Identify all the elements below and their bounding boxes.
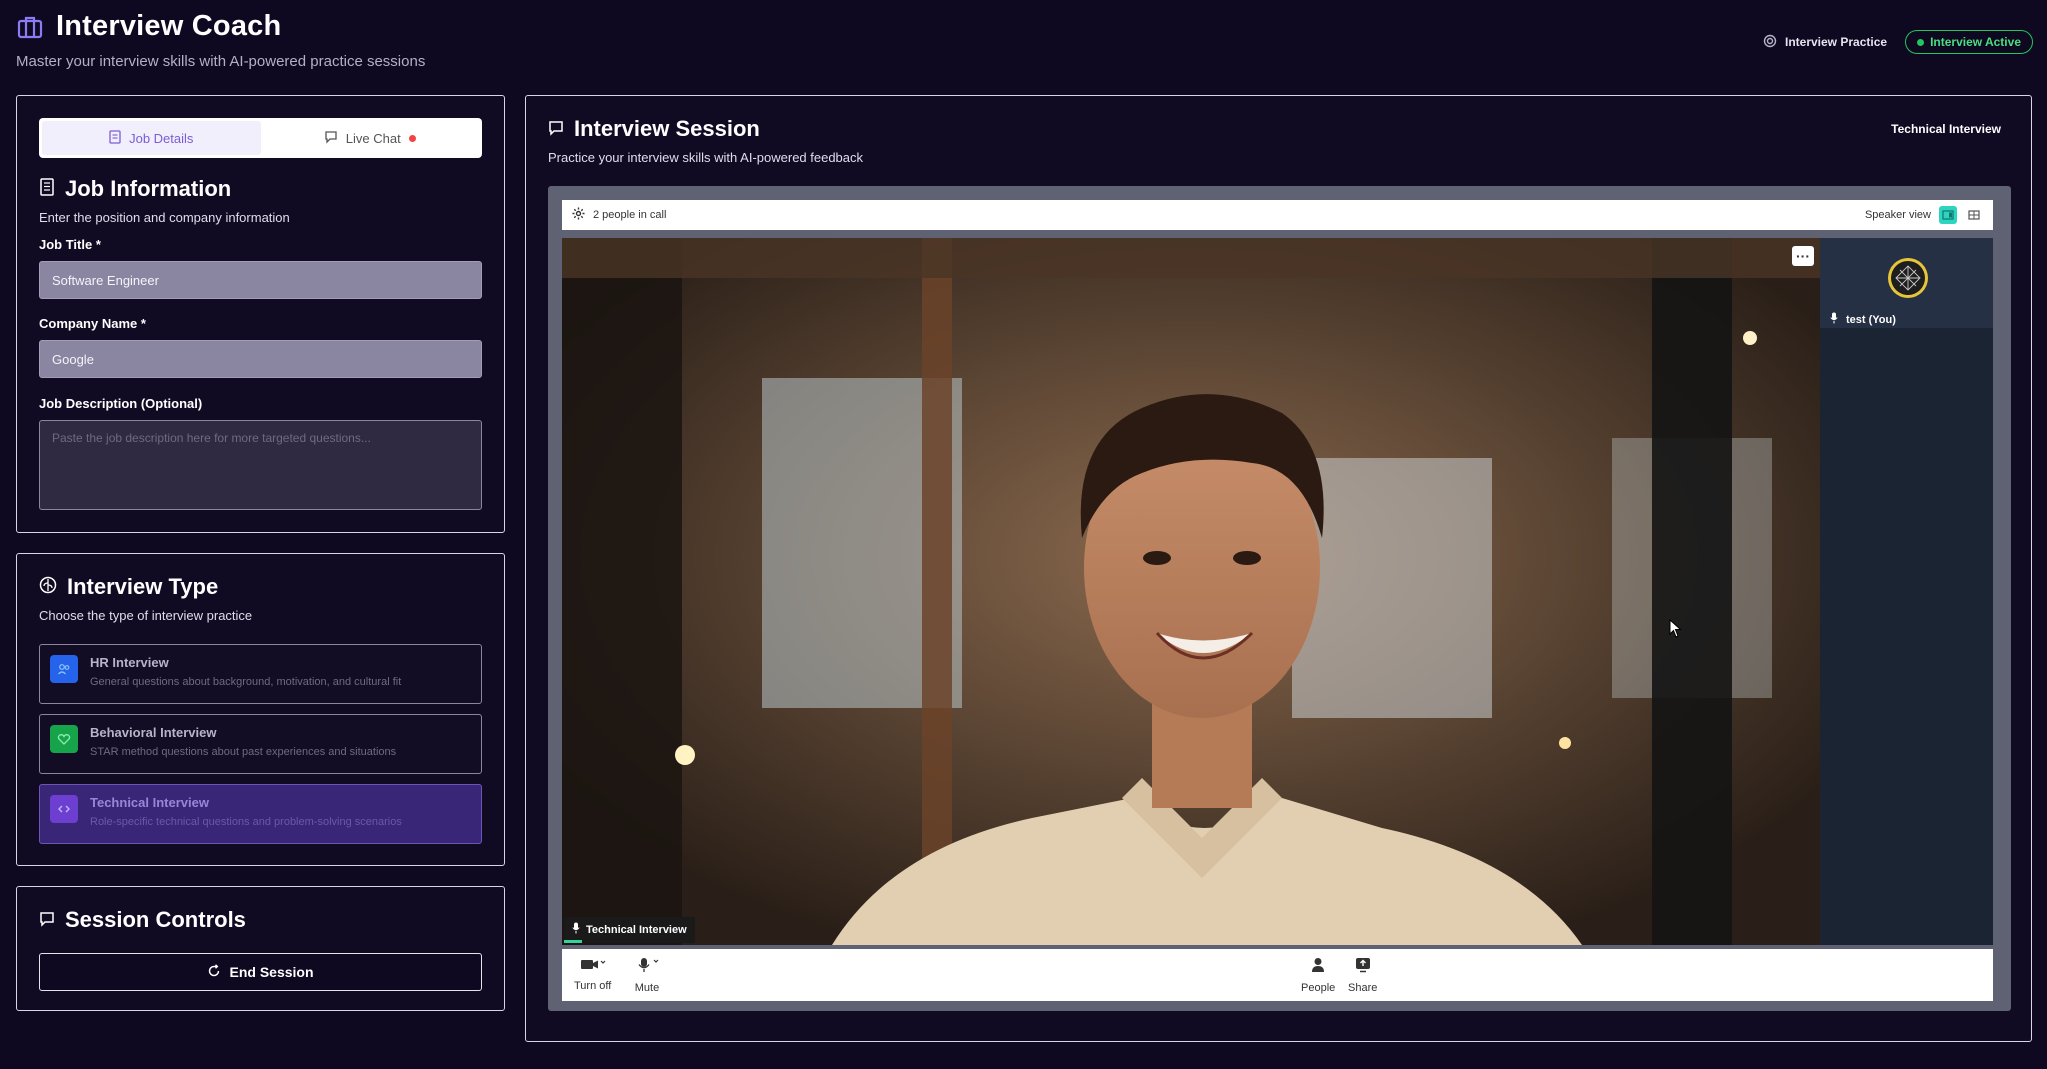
interview-type-card: Interview Type Choose the type of interv… (16, 553, 505, 866)
notification-dot (408, 134, 416, 142)
hr-interview-option[interactable]: HR Interview General questions about bac… (39, 644, 482, 704)
camera-toggle-button[interactable]: Turn off (574, 957, 611, 992)
behavioral-interview-option[interactable]: Behavioral Interview STAR method questio… (39, 714, 482, 774)
share-label: Share (1348, 982, 1378, 994)
app-subtitle: Master your interview skills with AI-pow… (16, 53, 426, 70)
practice-indicator: Interview Practice (1763, 34, 1887, 51)
end-session-button[interactable]: End Session (39, 953, 482, 991)
brain-icon (39, 574, 57, 600)
call-topbar: 2 people in call Speaker view (562, 200, 1993, 230)
code-icon (50, 795, 78, 823)
status-label: Interview Active (1930, 35, 2021, 49)
self-name-label: test (You) (1830, 312, 1896, 327)
self-video-tile: test (You) (1820, 238, 1993, 328)
interview-session-subtitle: Practice your interview skills with AI-p… (548, 150, 864, 165)
refresh-icon (207, 963, 221, 981)
technical-interview-option[interactable]: Technical Interview Role-specific techni… (39, 784, 482, 844)
job-details-card: Job Details Live Chat Job Information En… (16, 95, 505, 533)
tab-label: Job Details (129, 130, 194, 146)
interview-type-subtitle: Choose the type of interview practice (39, 608, 253, 623)
interview-type-title: Interview Type (67, 574, 219, 599)
job-description-textarea[interactable]: Paste the job description here for more … (39, 420, 482, 510)
company-name-label: Company Name * (39, 316, 146, 331)
mute-button[interactable]: Mute (634, 957, 660, 994)
microphone-icon (634, 957, 660, 976)
job-title-input[interactable]: Software Engineer (39, 261, 482, 299)
people-button[interactable]: People (1301, 957, 1335, 994)
chat-icon (39, 907, 55, 933)
option-description: STAR method questions about past experie… (90, 746, 397, 758)
page-header: Interview Coach Master your interview sk… (16, 10, 425, 70)
job-title-value: Software Engineer (52, 272, 159, 288)
camera-label: Turn off (574, 980, 612, 992)
audio-level-bar (564, 940, 582, 943)
interview-session-title: Interview Session (574, 116, 760, 141)
target-icon (1763, 34, 1777, 51)
call-controls-bar: Turn off Mute People Share (562, 949, 1993, 1001)
job-info-heading: Job Information (39, 176, 290, 202)
app-root: Interview Coach Master your interview sk… (0, 0, 2047, 1069)
chat-icon (548, 116, 564, 142)
speaker-label: Technical Interview (564, 917, 695, 943)
option-description: Role-specific technical questions and pr… (90, 816, 402, 828)
tab-label: Live Chat (345, 130, 401, 146)
interview-session-card: Interview Session Practice your intervie… (525, 95, 2032, 1042)
status-dot (1917, 38, 1925, 46)
tab-job-details[interactable]: Job Details (42, 121, 261, 155)
document-icon (109, 129, 121, 147)
option-name: Behavioral Interview (90, 725, 217, 740)
speaker-view-icon[interactable] (1939, 206, 1957, 224)
tab-bar: Job Details Live Chat (39, 118, 482, 158)
speaker-video: ··· Technical Interview (562, 238, 1820, 945)
company-name-value: Google (52, 351, 94, 367)
briefcase-icon (16, 13, 44, 41)
speaker-video-image (562, 238, 1820, 945)
share-screen-icon (1355, 957, 1371, 976)
share-button[interactable]: Share (1348, 957, 1377, 994)
session-controls-card: Session Controls End Session (16, 886, 505, 1011)
job-description-placeholder: Paste the job description here for more … (52, 431, 371, 445)
heart-icon (50, 725, 78, 753)
practice-label: Interview Practice (1785, 35, 1888, 49)
job-title-label: Job Title * (39, 237, 101, 252)
job-info-subtitle: Enter the position and company informati… (39, 210, 290, 225)
option-name: Technical Interview (90, 795, 209, 810)
end-session-label: End Session (229, 964, 314, 980)
view-mode-label: Speaker view (1864, 209, 1931, 221)
video-call-frame: 2 people in call Speaker view ··· Techni… (548, 186, 2011, 1011)
avatar (1886, 256, 1930, 305)
session-controls-title: Session Controls (65, 907, 246, 932)
app-title: Interview Coach (56, 10, 282, 42)
microphone-icon (1830, 312, 1838, 327)
job-info-title: Job Information (65, 176, 232, 201)
people-count: 2 people in call (593, 209, 667, 221)
camera-icon (580, 957, 606, 974)
status-badge: Interview Active (1905, 30, 2033, 54)
option-name: HR Interview (90, 655, 169, 670)
session-controls-heading: Session Controls (39, 907, 246, 933)
company-name-input[interactable]: Google (39, 340, 482, 378)
header-status: Interview Practice Interview Active (1763, 30, 2033, 54)
self-name: test (You) (1846, 313, 1896, 326)
chat-icon (324, 130, 338, 147)
mute-label: Mute (634, 982, 660, 994)
interview-session-heading: Interview Session (548, 116, 863, 142)
tab-live-chat[interactable]: Live Chat (261, 121, 480, 155)
gear-icon[interactable] (572, 207, 585, 223)
people-label: People (1301, 982, 1336, 994)
grid-view-icon[interactable] (1965, 206, 1983, 224)
more-options-icon[interactable]: ··· (1792, 246, 1814, 266)
option-description: General questions about background, moti… (90, 676, 402, 688)
interview-type-heading: Interview Type (39, 574, 252, 600)
user-icon (50, 655, 78, 683)
microphone-icon (572, 922, 580, 937)
session-type-label: Technical Interview (1891, 122, 2001, 136)
mouse-cursor-icon (1669, 618, 1683, 644)
job-description-label: Job Description (Optional) (39, 396, 203, 411)
building-icon (39, 176, 55, 202)
person-icon (1311, 957, 1325, 976)
speaker-name: Technical Interview (586, 923, 687, 936)
participants-sidebar: test (You) (1820, 238, 1993, 945)
